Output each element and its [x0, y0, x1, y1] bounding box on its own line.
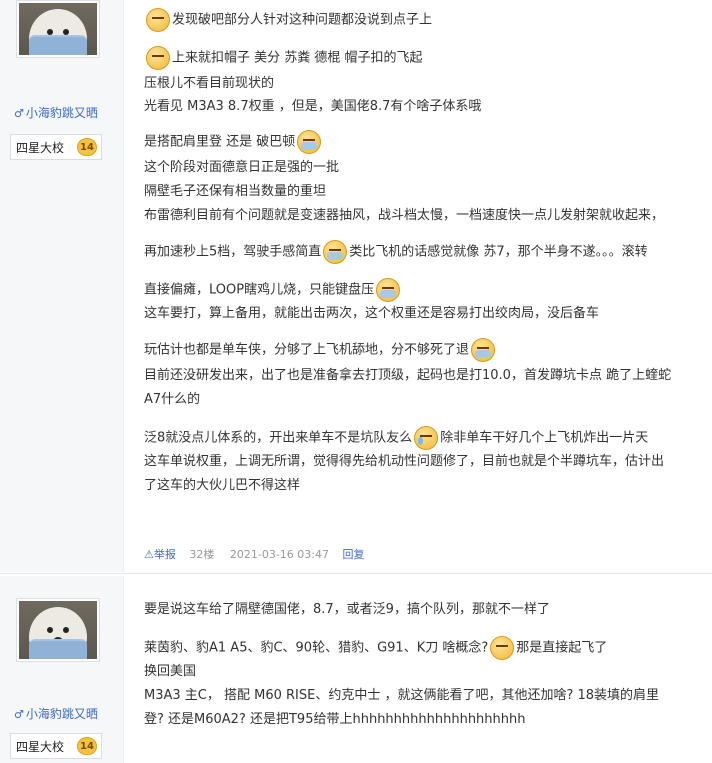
author-sidebar: ♂ 小海豹跳又晒 四星大校 14	[0, 0, 124, 572]
post-line: 再加速秒上5档，驾驶手感简直 类比飞机的话感觉就像 苏7，那个半身不遂。。。滚转	[144, 240, 648, 264]
username-text: 小海豹跳又晒	[25, 106, 98, 120]
post-line: 这车要打，算上备用，就能出击两次，这个权重还是容易打出绞肉局，没后备车	[144, 306, 600, 321]
username-link[interactable]: ♂ 小海豹跳又晒	[14, 705, 98, 722]
username-text: 小海豹跳又晒	[25, 707, 98, 721]
post-line: 玩估计也都是单车侠，分够了上飞机舔地，分不够死了退	[144, 338, 497, 362]
post-line: 泛8就没点儿体系的，开出来单车不是坑队友么 除非单车干好几个上飞机炸出一片天	[144, 426, 648, 450]
male-icon: ♂	[14, 107, 24, 120]
post-line: 隔壁毛子还保有相当数量的重坦	[144, 184, 327, 199]
smile-emoji-icon	[146, 8, 170, 32]
post-divider	[0, 573, 712, 574]
post-time: 2021-03-16 03:47	[229, 548, 329, 561]
post-line: 光看见 M3A3 8.7权重 ，但是，美国佬8.7有个啥子体系哦	[144, 99, 482, 114]
post-line: 压根儿不看目前现状的	[144, 76, 275, 91]
post-line: 莱茵豹、豹A1 A5、豹C、90轮、猎豹、G91、K刀 啥概念? 那是直接起飞了	[144, 636, 607, 660]
post-line: 要是说这车给了隔壁德国佬，8.7，或者泛9，搞个队列，那就不一样了	[144, 602, 550, 617]
avatar-image	[19, 601, 97, 659]
post-line: 这个阶段对面德意日正是强的一批	[144, 160, 340, 175]
username-link[interactable]: ♂ 小海豹跳又晒	[14, 104, 98, 121]
post-line: 了这车的大伙儿巴不得这样	[144, 478, 301, 493]
male-icon: ♂	[14, 708, 24, 721]
post-33: 要是说这车给了隔壁德国佬，8.7，或者泛9，搞个队列，那就不一样了 莱茵豹、豹A…	[0, 576, 712, 763]
post-line: A7什么的	[144, 392, 201, 407]
avatar[interactable]	[16, 0, 100, 58]
post-line: 直接偏瘫，LOOP瞎鸡儿烧，只能键盘压	[144, 278, 402, 302]
reply-link[interactable]: 回复	[343, 548, 365, 561]
rank-box: 四星大校 14	[10, 134, 102, 160]
rank-level-badge: 14	[77, 737, 97, 755]
post-line: 登? 还是M60A2? 还是把T95给带上hhhhhhhhhhhhhhhhhhh…	[144, 712, 526, 727]
post-line: 是搭配肩里登 还是 破巴顿	[144, 130, 323, 154]
post-line: 布雷德利目前有个问题就是变速器抽风，战斗档太慢，一档速度快一点儿发射架就收起来，	[144, 208, 665, 223]
rank-box: 四星大校 14	[10, 733, 102, 759]
rank-title: 四星大校	[16, 140, 65, 155]
crying-emoji-icon	[414, 426, 439, 450]
mask-emoji-icon	[376, 278, 401, 302]
post-line: M3A3 主C， 搭配 M60 RISE、约克中士 ，就这俩能看了吧，其他还加啥…	[144, 688, 660, 703]
rank-level-badge: 14	[77, 138, 97, 156]
rank-title: 四星大校	[16, 739, 65, 754]
post-line: 换回美国	[144, 664, 197, 679]
report-link[interactable]: ⚠举报	[144, 548, 176, 561]
post-line: 目前还没研发出来，出了也是准备拿去打顶级，起码也是打10.0，首发蹲坑卡点 跪了…	[144, 368, 672, 383]
mask-emoji-icon	[471, 338, 496, 362]
smile-emoji-icon	[146, 46, 170, 70]
avatar[interactable]	[16, 598, 100, 662]
mask-emoji-icon	[323, 240, 348, 264]
floor-number: 32楼	[189, 548, 215, 561]
avatar-image	[19, 3, 97, 55]
mask-emoji-icon	[297, 130, 322, 154]
smile-emoji-icon	[490, 636, 515, 660]
post-line: 这车单说权重，上调无所谓，觉得得先给机动性问题修了，目前也就是个半蹲坑车，估计出	[144, 454, 665, 469]
post-line: 上来就扣帽子 美分 苏粪 德棍 帽子扣的飞起	[144, 46, 423, 70]
post-meta: ⚠举报 32楼 2021-03-16 03:47 回复	[144, 546, 365, 562]
post-line: 发现破吧部分人针对这种问题都没说到点子上	[144, 8, 432, 32]
post-32: ♂ 小海豹跳又晒 四星大校 14 发现破吧部分人针对这种问题都没说到点子上 上来就…	[0, 0, 712, 572]
